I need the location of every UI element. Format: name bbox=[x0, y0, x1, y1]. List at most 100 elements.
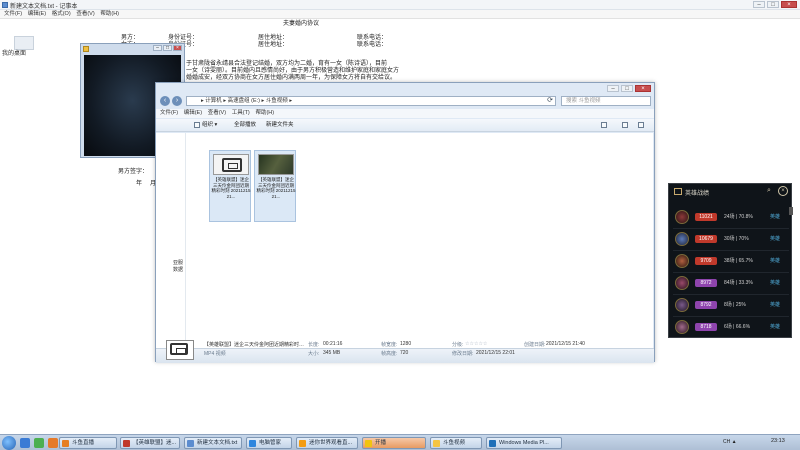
notepad-window-controls: – □ × bbox=[753, 1, 797, 8]
start-button[interactable] bbox=[2, 436, 16, 450]
explorer-menu-tools[interactable]: 工具(T) bbox=[232, 109, 250, 118]
taskbar-item[interactable]: 新建文本文档.txt bbox=[184, 437, 242, 449]
file-item[interactable]: 【英雄联盟】迷企三天伶金阿团近期精彩时刻 20211215 21... bbox=[209, 150, 251, 222]
modified-value: 2021/12/15 22:01 bbox=[476, 350, 515, 356]
address-bar[interactable]: ▸ 计算机 ▸ 高速盘组 (E:) ▸ 斗鱼视频 ▸ bbox=[186, 96, 556, 106]
rating-label: 分级: bbox=[452, 342, 464, 348]
taskbar-item[interactable]: 电脑管家 bbox=[246, 437, 292, 449]
explorer-menu-help[interactable]: 帮助(H) bbox=[255, 109, 274, 118]
menu-file[interactable]: 文件(F) bbox=[4, 10, 22, 19]
hero-link[interactable]: 英雄 bbox=[770, 323, 780, 331]
hero-score: 8972 bbox=[695, 279, 717, 287]
signature-label: 男方签字： bbox=[118, 169, 149, 175]
explorer-menubar: 文件(F) 编辑(E) 查看(V) 工具(T) 帮助(H) bbox=[156, 109, 654, 118]
hero-link[interactable]: 英雄 bbox=[770, 301, 780, 309]
file-item[interactable]: 【英雄联盟】迷企三天伶金阿团近期精彩时刻 20211215 21... bbox=[254, 150, 296, 222]
search-input[interactable]: 搜索 斗鱼视频 bbox=[561, 96, 651, 106]
hero-row[interactable]: 8972 84场 | 33.3% 英雄 bbox=[669, 273, 793, 294]
taskbar-item-label: 迷你世界观看直... bbox=[309, 440, 353, 446]
menu-view[interactable]: 查看(V) bbox=[76, 10, 94, 19]
hero-row[interactable]: 10679 30场 | 70% 英雄 bbox=[669, 229, 793, 250]
clock[interactable]: 23:13 bbox=[771, 438, 785, 444]
file-name: 【英雄联盟】迷企三天伶金阿团近期精彩时刻 20211215 21... bbox=[256, 177, 296, 199]
explorer-menu-file[interactable]: 文件(F) bbox=[160, 109, 178, 118]
maximize-button[interactable]: □ bbox=[767, 1, 779, 8]
hero-score: 8792 bbox=[695, 301, 717, 309]
pinned-app-icon[interactable] bbox=[34, 438, 44, 448]
pinned-app-icon[interactable] bbox=[48, 438, 58, 448]
taskbar-item[interactable]: 斗鱼直播 bbox=[59, 437, 117, 449]
hero-link[interactable]: 英雄 bbox=[770, 257, 780, 265]
hero-row[interactable]: 9709 38场 | 65.7% 英雄 bbox=[669, 251, 793, 272]
taskbar-item[interactable]: 迷你世界观看直... bbox=[296, 437, 358, 449]
play-all-button[interactable]: 全部播放 bbox=[234, 121, 256, 130]
desktop-shortcut[interactable]: 我的桌面 bbox=[2, 36, 62, 60]
menu-edit[interactable]: 编辑(E) bbox=[28, 10, 46, 19]
file-list-pane: 【英雄联盟】迷企三天伶金阿团近期精彩时刻 20211215 21... 【英雄联… bbox=[186, 133, 653, 348]
nav-item-label[interactable]: 亚服数据 bbox=[173, 259, 185, 273]
minimize-button[interactable]: – bbox=[753, 1, 765, 8]
player-minimize-button[interactable]: – bbox=[153, 45, 162, 51]
explorer-window-controls: – □ × bbox=[607, 85, 651, 92]
modified-label: 修改日期: bbox=[452, 351, 474, 357]
player-icon bbox=[83, 46, 89, 52]
length-label: 长度: bbox=[308, 342, 320, 348]
hero-score: 11021 bbox=[695, 213, 717, 221]
view-options-icon[interactable] bbox=[601, 122, 607, 128]
new-folder-button[interactable]: 新建文件夹 bbox=[266, 121, 294, 130]
system-tray[interactable]: CH ▲ bbox=[723, 439, 737, 445]
taskbar-item-label: Windows Media Pl... bbox=[499, 440, 549, 446]
file-thumbnail bbox=[213, 154, 249, 175]
hero-link[interactable]: 英雄 bbox=[770, 279, 780, 287]
hero-link[interactable]: 英雄 bbox=[770, 235, 780, 243]
folder-icon bbox=[433, 440, 440, 447]
forward-arrow-icon[interactable]: › bbox=[172, 96, 182, 106]
file-explorer-window: – □ × ‹ › ▸ 计算机 ▸ 高速盘组 (E:) ▸ 斗鱼视频 ▸ ⟳ 搜… bbox=[155, 82, 655, 363]
search-icon[interactable]: ⌕ bbox=[767, 187, 771, 195]
hero-stats-panel: 英雄战绩 ⌕ × 11021 24场 | 70.8% 英雄 10679 30场 … bbox=[668, 183, 792, 338]
hero-record: 84场 | 33.3% bbox=[724, 280, 753, 286]
explorer-close-button[interactable]: × bbox=[635, 85, 651, 92]
selected-file-icon bbox=[166, 340, 194, 360]
taskbar-item[interactable]: Windows Media Pl... bbox=[486, 437, 562, 449]
help-icon[interactable] bbox=[638, 122, 644, 128]
scrollbar-thumb[interactable] bbox=[789, 207, 793, 215]
hero-avatar bbox=[675, 254, 689, 268]
pinned-app-icon[interactable] bbox=[20, 438, 30, 448]
file-thumbnail bbox=[258, 154, 294, 175]
taskbar-item[interactable]: 斗鱼视频 bbox=[430, 437, 482, 449]
explorer-minimize-button[interactable]: – bbox=[607, 85, 619, 92]
preview-pane-icon[interactable] bbox=[622, 122, 628, 128]
taskbar-item-label: 斗鱼直播 bbox=[72, 440, 95, 446]
refresh-icon[interactable]: ⟳ bbox=[545, 96, 555, 106]
video-logo-icon bbox=[222, 158, 242, 172]
player-close-button[interactable]: × bbox=[173, 45, 182, 51]
hero-row[interactable]: 8792 8场 | 25% 英雄 bbox=[669, 295, 793, 316]
app-icon bbox=[187, 440, 194, 447]
explorer-menu-edit[interactable]: 编辑(E) bbox=[184, 109, 202, 118]
game-logo-icon bbox=[674, 188, 682, 195]
close-icon[interactable]: × bbox=[778, 186, 788, 196]
taskbar-item-label: 电脑管家 bbox=[259, 440, 282, 446]
taskbar: 斗鱼直播 【英雄联盟】迷... 新建文本文档.txt 电脑管家 迷你世界观看直.… bbox=[0, 434, 800, 450]
taskbar-item-label: 【英雄联盟】迷... bbox=[133, 440, 177, 446]
player-maximize-button[interactable]: □ bbox=[163, 45, 172, 51]
frame-height-value: 720 bbox=[400, 350, 409, 356]
explorer-menu-view[interactable]: 查看(V) bbox=[208, 109, 226, 118]
document-line-3: 婚婚成安，经双方协商在女方居住婚内满两周一年，为保障女方将自有交给议。 bbox=[186, 75, 397, 81]
frame-width-value: 1280 bbox=[400, 341, 412, 347]
hero-link[interactable]: 英雄 bbox=[770, 213, 780, 221]
phone-label-wife: 联系电话： bbox=[357, 42, 388, 48]
menu-format[interactable]: 格式(O) bbox=[52, 10, 71, 19]
taskbar-item[interactable]: 【英雄联盟】迷... bbox=[120, 437, 180, 449]
close-button[interactable]: × bbox=[781, 1, 797, 8]
menu-help[interactable]: 帮助(H) bbox=[100, 10, 119, 19]
rating-stars[interactable]: ☆☆☆☆☆ bbox=[465, 341, 487, 347]
hero-row[interactable]: 11021 24场 | 70.8% 英雄 bbox=[669, 207, 793, 228]
taskbar-item-active[interactable]: 开播 bbox=[362, 437, 426, 449]
explorer-maximize-button[interactable]: □ bbox=[621, 85, 633, 92]
hero-avatar bbox=[675, 276, 689, 290]
back-arrow-icon[interactable]: ‹ bbox=[160, 96, 170, 106]
hero-row[interactable]: 8718 6场 | 66.6% 英雄 bbox=[669, 317, 793, 338]
organize-button[interactable]: 组织 ▾ bbox=[202, 121, 217, 130]
